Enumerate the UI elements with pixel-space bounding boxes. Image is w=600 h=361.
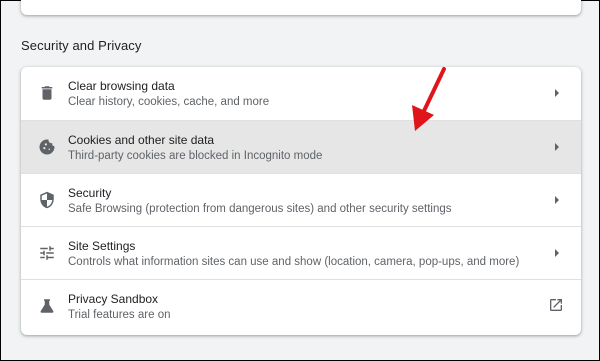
security-privacy-card: Clear browsing data Clear history, cooki… bbox=[21, 67, 581, 335]
row-label: Clear browsing data bbox=[68, 79, 175, 93]
cookie-icon bbox=[38, 138, 56, 156]
open-in-new-icon bbox=[548, 297, 564, 313]
chevron-right-icon bbox=[553, 142, 561, 152]
chevron-right-icon bbox=[553, 248, 561, 258]
settings-page: Security and Privacy Clear browsing data… bbox=[0, 0, 600, 361]
privacy-sandbox-row[interactable]: Privacy Sandbox Trial features are on bbox=[21, 279, 581, 335]
site-settings-row[interactable]: Site Settings Controls what information … bbox=[21, 226, 581, 279]
row-label: Security bbox=[68, 186, 112, 200]
flask-icon bbox=[38, 297, 56, 315]
chevron-right-icon bbox=[553, 88, 561, 98]
chevron-right-icon bbox=[553, 195, 561, 205]
row-sublabel: Trial features are on bbox=[68, 309, 171, 321]
sliders-icon bbox=[38, 244, 56, 262]
trash-icon bbox=[38, 84, 56, 102]
security-row[interactable]: Security Safe Browsing (protection from … bbox=[21, 173, 581, 226]
row-label: Site Settings bbox=[68, 239, 136, 253]
row-sublabel: Clear history, cookies, cache, and more bbox=[68, 96, 270, 108]
row-sublabel: Third-party cookies are blocked in Incog… bbox=[68, 150, 323, 162]
clear-browsing-data-row[interactable]: Clear browsing data Clear history, cooki… bbox=[21, 67, 581, 120]
row-sublabel: Controls what information sites can use … bbox=[68, 256, 520, 268]
row-sublabel: Safe Browsing (protection from dangerous… bbox=[68, 203, 452, 215]
row-label: Cookies and other site data bbox=[68, 133, 215, 147]
row-label: Privacy Sandbox bbox=[68, 292, 159, 306]
shield-icon bbox=[38, 191, 56, 209]
cookies-row[interactable]: Cookies and other site data Third-party … bbox=[21, 120, 581, 173]
previous-section-card bbox=[21, 0, 581, 15]
section-title: Security and Privacy bbox=[21, 38, 142, 53]
